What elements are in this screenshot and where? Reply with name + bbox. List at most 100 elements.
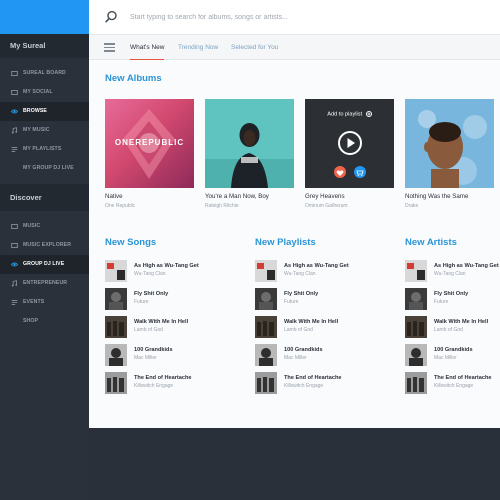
album-cover[interactable] <box>405 99 494 188</box>
sidebar-discover-title: Discover <box>0 184 89 211</box>
sidebar-item-my-group-dj-live[interactable]: MY GROUP DJ LIVE <box>0 159 89 178</box>
list-item[interactable]: The End of Heartache Killswitch Engage <box>255 372 353 400</box>
artist-name: Lamb of God <box>434 327 463 333</box>
thumbnail <box>405 344 427 366</box>
song-artist: Killswitch Engage <box>134 383 174 389</box>
list-item[interactable]: Walk With Me In Hell Lamb of God <box>255 316 353 344</box>
thumbnail <box>105 316 127 338</box>
tab-selected-for-you[interactable]: Selected for You <box>231 35 278 60</box>
album-artist: Raleigh Ritchie <box>205 203 239 209</box>
album-title: Grey Heavens <box>305 193 345 200</box>
tab-trending-now[interactable]: Trending Now <box>178 35 218 60</box>
album-card[interactable]: ONEREPUBLIC Native One Republic <box>105 99 194 209</box>
list-item[interactable]: As High as Wu-Tang Get Wu-Tang Clan <box>255 260 353 288</box>
sidebar-item-label: MY SOCIAL <box>23 89 53 95</box>
new-playlists-heading: New Playlists <box>255 237 316 248</box>
search-icon[interactable] <box>105 10 118 23</box>
album-cover-hover[interactable]: Add to playlist <box>305 99 394 188</box>
sidebar-item-music[interactable]: MUSIC <box>0 217 89 236</box>
main-content: New Albums ONEREPUBLIC Native One Republ… <box>89 60 500 428</box>
sidebar-item-label: ENTREPRENEUR <box>23 280 68 286</box>
artist-title: The End of Heartache <box>434 375 492 381</box>
sidebar-item-label: SHOP <box>23 318 39 324</box>
board-icon <box>10 64 18 83</box>
album-card[interactable]: Add to playlist Grey Heavens Ominum Gath… <box>305 99 394 209</box>
artist-name: Wu-Tang Clan <box>434 271 466 277</box>
thumbnail <box>255 372 277 394</box>
play-icon <box>347 138 355 148</box>
sidebar-item-music-explorer[interactable]: MUSIC EXPLORER <box>0 236 89 255</box>
list-item[interactable]: As High as Wu-Tang Get Wu-Tang Clan <box>105 260 203 288</box>
album-cover[interactable]: ONEREPUBLIC <box>105 99 194 188</box>
song-artist: Mac Miller <box>134 355 157 361</box>
thumbnail <box>405 316 427 338</box>
search-input[interactable] <box>130 10 490 24</box>
explorer-icon <box>10 236 18 255</box>
top-bar <box>89 0 500 34</box>
sidebar-item-shop[interactable]: SHOP <box>0 312 89 331</box>
thumbnail <box>255 288 277 310</box>
entrepreneur-icon <box>10 274 18 293</box>
cart-button[interactable] <box>354 166 366 178</box>
album-artist: Drake <box>405 203 419 209</box>
thumbnail <box>105 344 127 366</box>
album-card[interactable]: You're a Man Now, Boy Raleigh Ritchie <box>205 99 294 209</box>
sidebar-item-entrepreneur[interactable]: ENTREPRENEUR <box>0 274 89 293</box>
song-artist: Lamb of God <box>134 327 163 333</box>
song-artist: Future <box>134 299 149 305</box>
music-icon <box>10 121 18 140</box>
playlist-artist: Future <box>284 299 299 305</box>
new-albums-heading: New Albums <box>105 73 162 84</box>
add-to-playlist-label[interactable]: Add to playlist <box>305 111 394 117</box>
sidebar-item-browse[interactable]: BROWSE <box>0 102 89 121</box>
playlist-artist: Lamb of God <box>284 327 313 333</box>
list-item[interactable]: 100 Grandkids Mac Miller <box>405 344 500 372</box>
sidebar-item-my-music[interactable]: MY MUSIC <box>0 121 89 140</box>
list-item[interactable]: The End of Heartache Killswitch Engage <box>405 372 500 400</box>
artist-title: Walk With Me In Hell <box>434 319 489 325</box>
list-item[interactable]: Fly Shit Only Future <box>255 288 353 316</box>
thumbnail <box>255 316 277 338</box>
playlist-artist: Wu-Tang Clan <box>284 271 316 277</box>
sidebar-item-label: MUSIC <box>23 223 41 229</box>
list-item[interactable]: Walk With Me In Hell Lamb of God <box>105 316 203 344</box>
thumbnail <box>255 344 277 366</box>
brand-logo-block[interactable] <box>0 0 89 34</box>
song-title: Fly Shit Only <box>134 291 169 297</box>
list-item[interactable]: Walk With Me In Hell Lamb of God <box>405 316 500 344</box>
list-item[interactable]: 100 Grandkids Mac Miller <box>255 344 353 372</box>
sidebar-item-label: MY PLAYLISTS <box>23 146 62 152</box>
like-button[interactable] <box>334 166 346 178</box>
tab-whats-new[interactable]: What's New <box>130 35 165 61</box>
song-title: 100 Grandkids <box>134 347 173 353</box>
hamburger-menu-icon[interactable] <box>104 43 115 52</box>
list-item[interactable]: As High as Wu-Tang Get Wu-Tang Clan <box>405 260 500 288</box>
list-item[interactable]: The End of Heartache Killswitch Engage <box>105 372 203 400</box>
playlist-artist: Mac Miller <box>284 355 307 361</box>
artist-name: Killswitch Engage <box>434 383 474 389</box>
thumbnail <box>105 288 127 310</box>
sidebar-item-sureal-board[interactable]: SUREAL BOARD <box>0 64 89 83</box>
list-item[interactable]: Fly Shit Only Future <box>105 288 203 316</box>
list-item[interactable]: Fly Shit Only Future <box>405 288 500 316</box>
artist-name: Future <box>434 299 449 305</box>
sidebar-item-my-social[interactable]: MY SOCIAL <box>0 83 89 102</box>
play-button[interactable] <box>338 131 362 155</box>
album-cover[interactable] <box>205 99 294 188</box>
artist-name: Mac Miller <box>434 355 457 361</box>
sidebar-item-events[interactable]: EVENTS <box>0 293 89 312</box>
sidebar-item-group-dj-live[interactable]: GROUP DJ LIVE <box>0 255 89 274</box>
song-artist: Wu-Tang Clan <box>134 271 166 277</box>
album-title: You're a Man Now, Boy <box>205 193 269 200</box>
album-card[interactable]: Nothing Was the Same Drake <box>405 99 494 209</box>
song-title: As High as Wu-Tang Get <box>134 263 199 269</box>
list-item[interactable]: 100 Grandkids Mac Miller <box>105 344 203 372</box>
eye-icon <box>10 102 18 121</box>
playlist-title: Fly Shit Only <box>284 291 319 297</box>
sidebar-item-label: MY GROUP DJ LIVE <box>23 165 74 171</box>
sidebar-item-my-playlists[interactable]: MY PLAYLISTS <box>0 140 89 159</box>
eye-icon <box>10 255 18 274</box>
sidebar-item-label: SUREAL BOARD <box>23 70 66 76</box>
playlist-artist: Killswitch Engage <box>284 383 324 389</box>
playlist-icon <box>10 140 18 159</box>
